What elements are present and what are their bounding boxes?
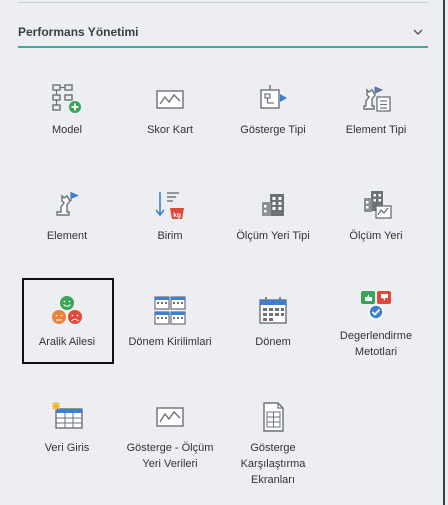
svg-text:kg: kg bbox=[173, 212, 181, 219]
tile-label: Aralik Ailesi bbox=[38, 336, 96, 348]
tile-label: Skor Kart bbox=[147, 124, 193, 136]
top-divider bbox=[18, 2, 428, 3]
tile-label: Birim bbox=[157, 230, 183, 242]
tile-donem[interactable]: Dönem bbox=[225, 294, 321, 350]
element-type-icon bbox=[359, 82, 393, 116]
tile-donem-kirilimlari[interactable]: Dönem Kirilimlari bbox=[122, 294, 218, 350]
tile-degerlendirme-metotlari[interactable]: Degerlendirme Metotlari bbox=[328, 288, 424, 360]
tile-olcum-yeri[interactable]: Ölçüm Yeri bbox=[328, 188, 424, 244]
tile-gosterge-tipi[interactable]: Gösterge Tipi bbox=[225, 82, 321, 138]
measurement-place-icon bbox=[359, 188, 393, 222]
evaluation-methods-icon bbox=[359, 288, 393, 322]
tile-label: Degerlendirme Metotlari bbox=[339, 330, 413, 358]
tile-label: Element bbox=[46, 230, 88, 242]
tile-label: Ölçüm Yeri bbox=[349, 230, 403, 242]
panel-header[interactable]: Performans Yönetimi bbox=[18, 18, 428, 46]
tile-birim[interactable]: kg Birim bbox=[122, 188, 218, 244]
panel-header-accent-line bbox=[18, 46, 428, 48]
period-breakdown-icon bbox=[153, 294, 187, 328]
indicator-data-icon bbox=[153, 400, 187, 434]
tile-veri-giris[interactable]: Veri Giris bbox=[19, 400, 115, 456]
tile-label: Gösterge Karşılaştırma Ekranları bbox=[240, 442, 306, 486]
tile-gosterge-karsilastirma-ekranlari[interactable]: Gösterge Karşılaştırma Ekranları bbox=[225, 400, 321, 488]
tile-label: Model bbox=[52, 124, 82, 136]
comparison-screen-icon bbox=[256, 400, 290, 434]
tile-label: Veri Giris bbox=[44, 442, 90, 454]
right-edge-border bbox=[443, 0, 445, 505]
tile-label: Gösterge - Ölçüm Yeri Verileri bbox=[126, 442, 214, 470]
tile-skor-kart[interactable]: Skor Kart bbox=[122, 82, 218, 138]
panel-title: Performans Yönetimi bbox=[18, 25, 139, 39]
tile-label: Dönem Kirilimlari bbox=[128, 336, 212, 348]
unit-icon: kg bbox=[153, 188, 187, 222]
tile-label: Gösterge Tipi bbox=[240, 124, 306, 136]
tile-label: Ölçüm Yeri Tipi bbox=[236, 230, 310, 242]
tile-model[interactable]: Model bbox=[19, 82, 115, 138]
tile-element[interactable]: Element bbox=[19, 188, 115, 244]
scorecard-icon bbox=[153, 82, 187, 116]
tile-label: Element Tipi bbox=[345, 124, 407, 136]
period-icon bbox=[256, 294, 290, 328]
tile-gosterge-olcum-yeri-verileri[interactable]: Gösterge - Ölçüm Yeri Verileri bbox=[122, 400, 218, 472]
element-icon bbox=[50, 188, 84, 222]
tile-element-tipi[interactable]: Element Tipi bbox=[328, 82, 424, 138]
indicator-type-icon bbox=[256, 82, 290, 116]
tile-olcum-yeri-tipi[interactable]: Ölçüm Yeri Tipi bbox=[225, 188, 321, 244]
tile-aralik-ailesi[interactable]: Aralik Ailesi bbox=[19, 294, 115, 350]
tile-label: Dönem bbox=[255, 336, 291, 348]
measurement-place-type-icon bbox=[256, 188, 290, 222]
model-icon bbox=[50, 82, 84, 116]
range-family-icon bbox=[50, 294, 84, 328]
chevron-down-icon[interactable] bbox=[412, 26, 424, 38]
data-entry-icon bbox=[50, 400, 84, 434]
